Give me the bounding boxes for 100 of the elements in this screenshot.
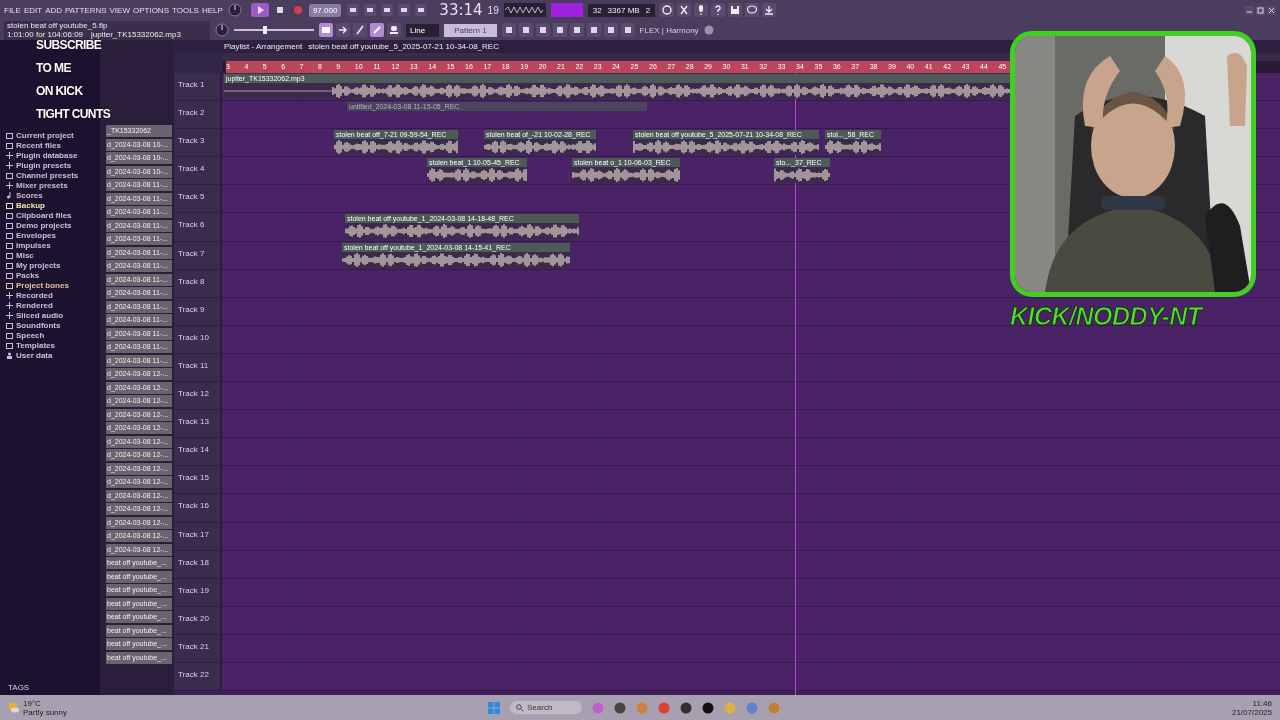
square-icon[interactable] (380, 3, 395, 17)
track-header[interactable]: Track 22 (174, 662, 222, 691)
track-header[interactable]: Track 8 (174, 269, 222, 297)
temperature: 19°C (23, 698, 42, 708)
help-icon[interactable] (711, 3, 726, 17)
browser-item[interactable]: Speech (0, 330, 100, 340)
square-icon[interactable] (414, 3, 429, 17)
menu-item[interactable]: FILE (4, 5, 21, 15)
browser-item[interactable]: Rendered (0, 300, 100, 310)
browser-item[interactable]: Clipboard files (0, 210, 100, 220)
track-header[interactable]: Track 1 (174, 73, 222, 101)
channel-handle: KICK/NODDY-NT (1010, 302, 1202, 331)
square-icon[interactable] (501, 23, 516, 37)
browser-item[interactable]: Scores (0, 190, 100, 200)
stamp-icon[interactable] (387, 23, 401, 37)
track-header[interactable]: Track 9 (174, 297, 222, 325)
square-icon[interactable] (397, 3, 412, 17)
clock-date: 21/07/2025 (1231, 707, 1272, 717)
restore-icon[interactable] (1256, 5, 1265, 15)
close-icon[interactable] (1267, 5, 1276, 15)
track-header[interactable]: Track 17 (174, 522, 222, 550)
square-icon[interactable] (569, 23, 584, 37)
track-header[interactable]: Track 19 (174, 578, 222, 606)
track-header[interactable]: Track 21 (174, 634, 222, 662)
plus-icon (6, 301, 13, 309)
app-icon[interactable] (614, 701, 627, 714)
browser-item[interactable]: Project bones (0, 280, 100, 290)
browser-item[interactable]: Envelopes (0, 230, 100, 240)
square-icon[interactable] (363, 3, 378, 17)
plus-icon (6, 151, 13, 159)
square-icon[interactable] (552, 23, 567, 37)
browser-item[interactable]: Soundfonts (0, 320, 100, 330)
browser-item[interactable]: Mixer presets (0, 180, 100, 190)
overlay-caption: TIGHT CUNTS (36, 106, 111, 123)
track-header[interactable]: Track 15 (174, 466, 222, 494)
browser-item[interactable]: Templates (0, 340, 100, 350)
volume-slider-thumb[interactable] (262, 26, 267, 34)
play-icon[interactable] (250, 3, 269, 17)
download-icon[interactable] (762, 3, 777, 17)
square-icon[interactable] (620, 23, 635, 37)
track-header[interactable]: Track 10 (174, 325, 222, 353)
sample-name: jupiter_TK15332062.mp3 (91, 29, 181, 39)
playhead-line[interactable] (795, 73, 796, 695)
square-icon[interactable] (346, 3, 361, 17)
memory-usage: 3367 MB (607, 5, 640, 15)
track-header[interactable]: Track 13 (174, 410, 222, 438)
save-icon[interactable] (728, 3, 743, 17)
square-icon[interactable] (603, 23, 618, 37)
track-header[interactable]: Track 11 (174, 353, 222, 382)
browser-item[interactable]: Impulses (0, 240, 100, 250)
song-ticks: 19 (487, 4, 499, 16)
browser-item[interactable]: Current project (0, 130, 100, 140)
browser-item[interactable]: Channel presets (0, 170, 100, 180)
track-header[interactable]: Track 4 (174, 157, 222, 185)
track-header[interactable]: Track 14 (174, 438, 222, 466)
pattern-selector[interactable]: Pattern 1 (444, 23, 497, 37)
search-field[interactable]: Search (510, 701, 583, 714)
track-header[interactable]: Track 2 (174, 101, 222, 129)
plus-icon (6, 161, 13, 169)
browser-item[interactable]: Packs (0, 270, 100, 280)
tempo-field[interactable]: 97.000 (308, 3, 342, 17)
menu-item[interactable]: HELP (201, 5, 223, 15)
user-icon (6, 351, 13, 359)
square-icon[interactable] (518, 23, 533, 37)
track-header[interactable]: Track 3 (174, 129, 222, 157)
app-icon[interactable] (702, 701, 715, 714)
arrow-icon[interactable] (336, 23, 350, 37)
track-header[interactable]: Track 20 (174, 606, 222, 634)
minimize-icon[interactable] (1245, 5, 1254, 15)
track-header[interactable]: Track 7 (174, 241, 222, 269)
browser-item[interactable]: Demo projects (0, 220, 100, 230)
browser-item[interactable]: Recent files (0, 140, 100, 150)
track-header[interactable]: Track 12 (174, 382, 222, 410)
browser-item[interactable]: Recorded (0, 290, 100, 300)
menu-item[interactable]: EDIT (23, 5, 43, 15)
track-header[interactable]: Track 6 (174, 213, 222, 241)
snap-dropdown[interactable]: Line (406, 23, 440, 37)
browser-item[interactable]: Backup (0, 200, 100, 210)
song-time: 33:14 (439, 1, 483, 19)
pattern-path: stolen beat off youtube_5_2025-07-21 10-34-08_REC (308, 42, 499, 51)
knob-icon[interactable] (227, 3, 242, 17)
track-header[interactable]: Track 18 (174, 550, 222, 578)
knob-icon[interactable] (215, 23, 229, 37)
browser-item[interactable]: My projects (0, 260, 100, 270)
menu-item[interactable]: TOOLS (172, 5, 199, 15)
menu-item[interactable]: PATTERNS (65, 5, 107, 15)
browser-item[interactable]: User data (0, 350, 100, 360)
track-header[interactable]: Track 16 (174, 494, 222, 522)
app-icon[interactable] (680, 701, 693, 714)
browser-item[interactable]: Plugin presets (0, 160, 100, 170)
square-icon[interactable] (586, 23, 601, 37)
track-header[interactable]: Track 5 (174, 185, 222, 213)
square-icon[interactable] (535, 23, 550, 37)
browser-item[interactable]: Misc (0, 250, 100, 260)
menu-item[interactable]: ADD (45, 5, 63, 15)
start-icon[interactable] (488, 701, 500, 714)
menu-item[interactable]: OPTIONS (132, 5, 169, 15)
browser-item[interactable]: Sliced audio (0, 310, 100, 320)
menu-item[interactable]: VIEW (109, 5, 130, 15)
browser-item[interactable]: Plugin database (0, 150, 100, 160)
